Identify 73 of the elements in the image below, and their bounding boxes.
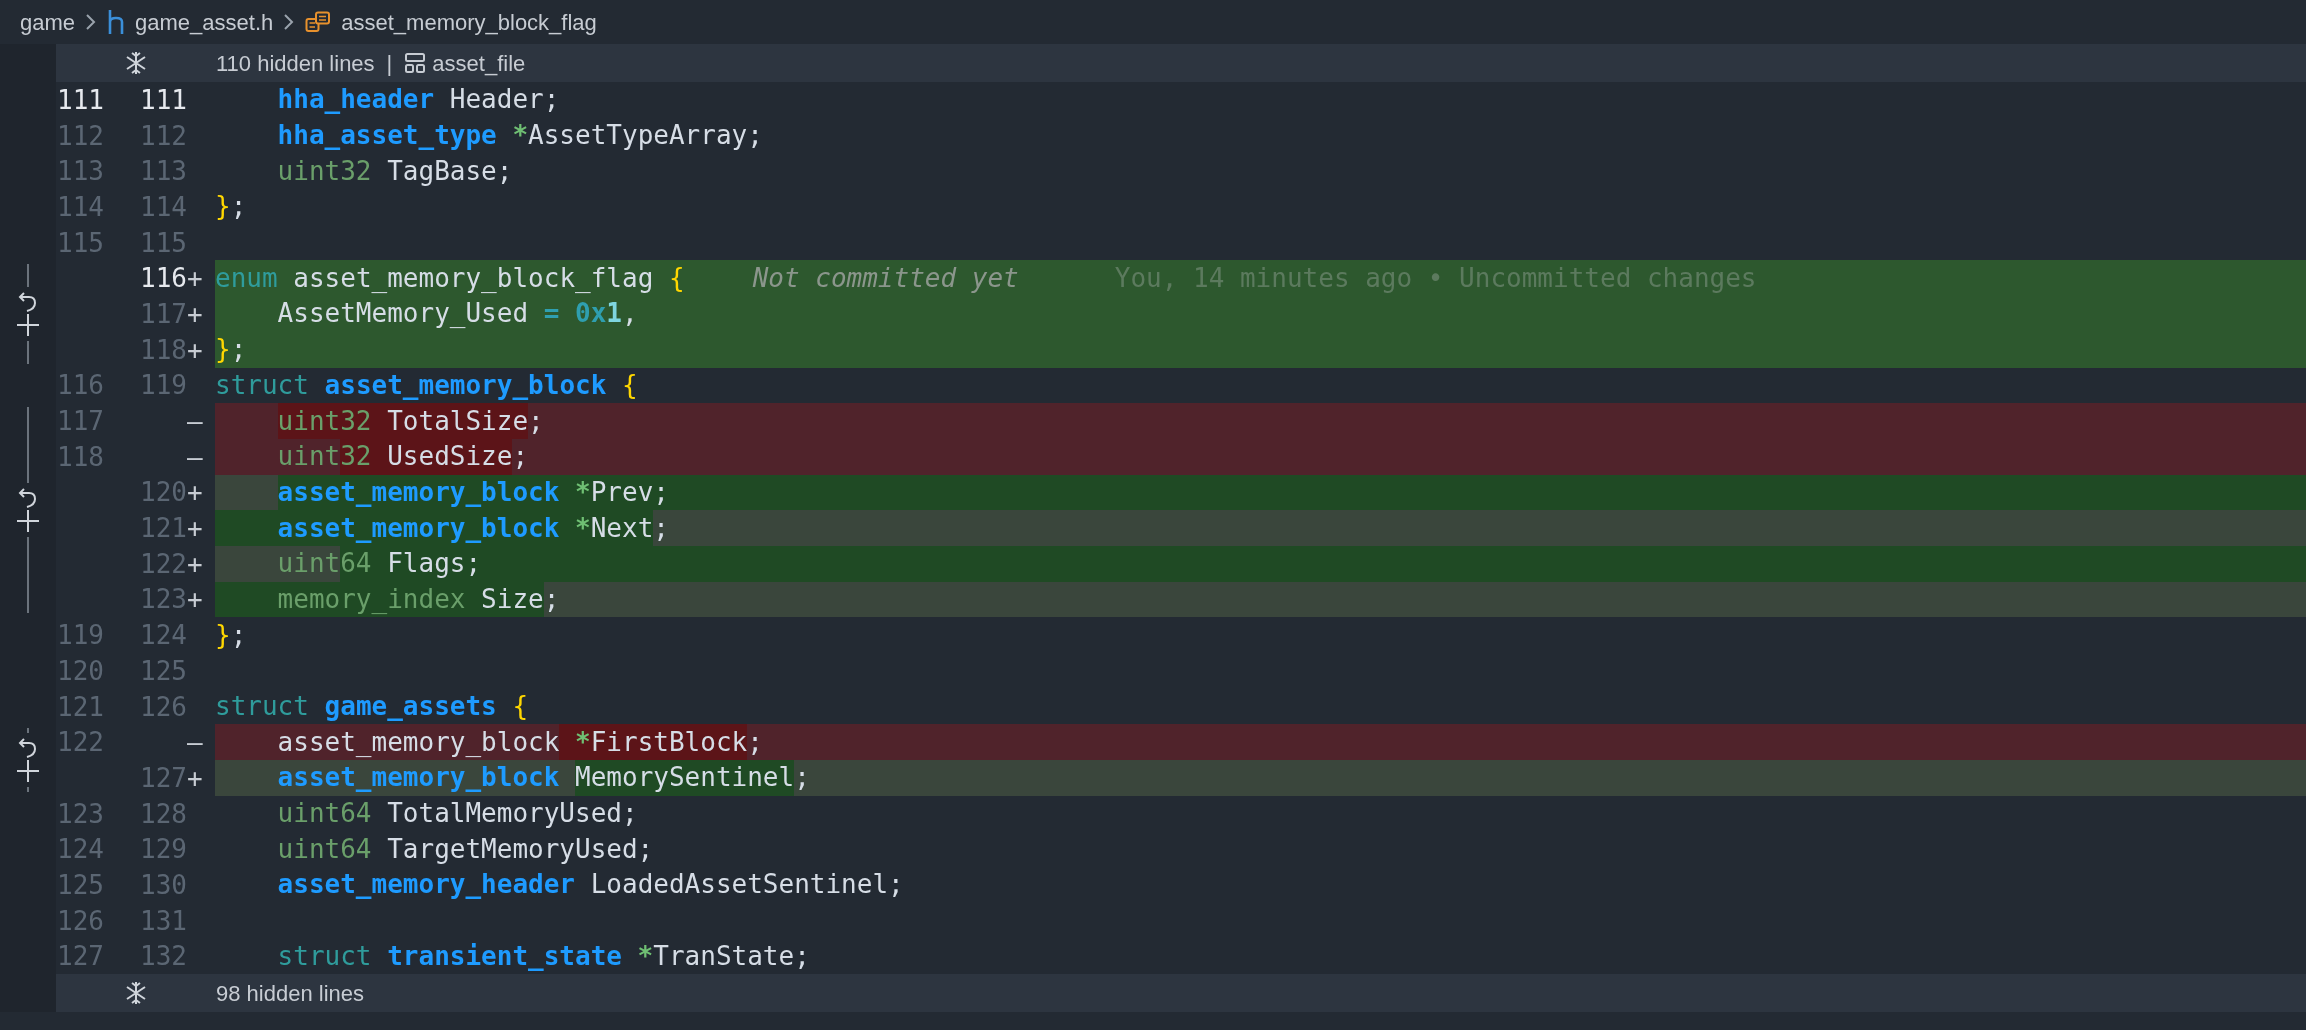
- chevron-right-icon: [283, 12, 296, 32]
- line-number: 115: [56, 229, 105, 256]
- line-number: 118: [56, 443, 105, 470]
- line-number: 126: [140, 693, 187, 720]
- line-number: 113: [56, 158, 105, 185]
- line-number: 127: [140, 764, 187, 791]
- line-number: 128: [140, 800, 187, 827]
- hidden-lines-bar[interactable]: 98 hidden lines: [56, 974, 2306, 1013]
- header-file-icon: [107, 9, 126, 35]
- undo-icon[interactable]: [18, 737, 38, 760]
- line-number: 123: [140, 586, 187, 613]
- unfold-icon: [125, 981, 147, 1006]
- line-number: 123: [56, 800, 105, 827]
- line-number: 121: [140, 515, 187, 542]
- diff-marker: +: [187, 764, 204, 791]
- line-number: 111: [140, 86, 187, 113]
- line-number: 129: [140, 836, 187, 863]
- line-number: 111: [56, 86, 105, 113]
- line-number: 116: [56, 372, 105, 399]
- line-number: 127: [56, 943, 105, 970]
- line-number: 131: [140, 907, 187, 934]
- diff-marker: +: [187, 300, 204, 327]
- line-number: 122: [56, 729, 105, 756]
- diff-marker: +: [187, 265, 204, 292]
- line-number: 132: [140, 943, 187, 970]
- plus-icon[interactable]: [16, 313, 40, 337]
- diff-marker: +: [187, 515, 204, 542]
- layout-icon: [404, 52, 427, 74]
- separator-text: |: [386, 49, 393, 78]
- line-number: 114: [140, 193, 187, 220]
- plus-icon[interactable]: [16, 759, 40, 784]
- line-number: 125: [140, 657, 187, 684]
- line-number: 119: [56, 622, 105, 649]
- line-number: 113: [140, 158, 187, 185]
- line-number: 124: [56, 836, 105, 863]
- line-number: 124: [140, 622, 187, 649]
- symbol-label: asset_file: [432, 49, 526, 78]
- line-number: 122: [140, 550, 187, 577]
- diff-marker: +: [187, 336, 204, 363]
- undo-icon[interactable]: [18, 487, 38, 510]
- diff-marker: +: [187, 586, 204, 613]
- line-number: 121: [56, 693, 105, 720]
- line-number: 119: [140, 372, 187, 399]
- unfold-icon: [125, 51, 147, 75]
- line-number: 117: [56, 408, 105, 435]
- inline-annotation: Not committed yet: [752, 261, 1019, 295]
- line-number: 112: [140, 122, 187, 149]
- diff-marker: —: [187, 729, 204, 756]
- line-number: 116: [140, 265, 187, 292]
- line-number: 125: [56, 871, 105, 898]
- diff-marker: +: [187, 479, 204, 506]
- line-number: 115: [140, 229, 187, 256]
- diff-marker: —: [187, 443, 204, 470]
- line-number: 112: [56, 122, 105, 149]
- undo-icon[interactable]: [18, 291, 38, 313]
- breadcrumb-item[interactable]: game_asset.h: [135, 5, 274, 39]
- diff-marker: —: [187, 408, 204, 435]
- breadcrumb-item[interactable]: game: [20, 5, 76, 39]
- line-number: 126: [56, 907, 105, 934]
- hidden-lines-bar[interactable]: 110 hidden lines | asset_file: [56, 44, 2306, 82]
- line-number: 117: [140, 300, 187, 327]
- line-number: 114: [56, 193, 105, 220]
- hidden-lines-label: 110 hidden lines: [216, 49, 375, 78]
- line-number: 120: [56, 657, 105, 684]
- breadcrumb-item[interactable]: asset_memory_block_flag: [341, 5, 597, 39]
- line-number: 118: [140, 336, 187, 363]
- hidden-lines-label: 98 hidden lines: [216, 979, 364, 1008]
- enum-icon: [305, 11, 332, 33]
- plus-icon[interactable]: [16, 509, 40, 534]
- diff-marker: +: [187, 550, 204, 577]
- line-number: 120: [140, 479, 187, 506]
- chevron-right-icon: [85, 12, 98, 32]
- line-number: 130: [140, 871, 187, 898]
